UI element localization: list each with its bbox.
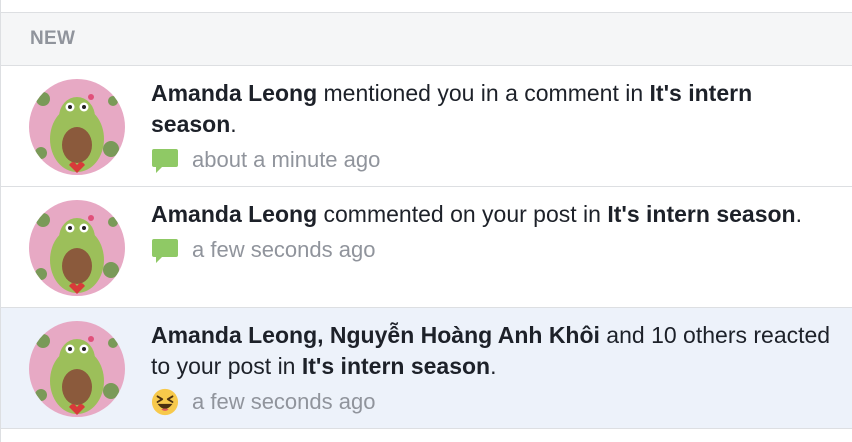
actor-name[interactable]: Amanda Leong: [151, 201, 317, 227]
sentence-end: .: [795, 201, 802, 227]
group-name[interactable]: It's intern season: [607, 201, 795, 227]
notification-text[interactable]: Amanda Leong commented on your post in I…: [151, 199, 831, 230]
section-header: NEW: [1, 13, 852, 66]
avatar[interactable]: [29, 79, 125, 175]
top-divider: [1, 0, 852, 13]
notification-content: Amanda Leong mentioned you in a comment …: [151, 78, 831, 175]
notification-meta: a few seconds ago: [151, 387, 831, 417]
avatar[interactable]: [29, 321, 125, 417]
notification-text[interactable]: Amanda Leong, Nguyễn Hoàng Anh Khôi and …: [151, 320, 831, 382]
action-text: mentioned you in a comment in: [317, 80, 650, 106]
notification-meta: about a minute ago: [151, 145, 831, 175]
notification-item[interactable]: Amanda Leong, Nguyễn Hoàng Anh Khôi and …: [1, 308, 852, 429]
notification-item[interactable]: Amanda Leong commented on your post in I…: [1, 187, 852, 308]
avatar[interactable]: [29, 200, 125, 296]
action-text: commented on your post in: [317, 201, 608, 227]
group-name[interactable]: It's intern season: [302, 353, 490, 379]
actor-name[interactable]: Amanda Leong: [151, 80, 317, 106]
section-title: NEW: [30, 28, 76, 49]
notification-text[interactable]: Amanda Leong mentioned you in a comment …: [151, 78, 831, 140]
sentence-end: .: [230, 111, 237, 137]
actor-name[interactable]: Amanda Leong, Nguyễn Hoàng Anh Khôi: [151, 322, 600, 348]
haha-reaction-icon: [151, 388, 179, 416]
timestamp: about a minute ago: [192, 147, 381, 172]
comment-icon: [151, 236, 179, 264]
notification-meta: a few seconds ago: [151, 235, 831, 265]
timestamp: a few seconds ago: [192, 237, 376, 262]
timestamp: a few seconds ago: [192, 389, 376, 414]
notification-item[interactable]: Amanda Leong mentioned you in a comment …: [1, 66, 852, 187]
bottom-spacer: [1, 429, 852, 439]
notification-content: Amanda Leong commented on your post in I…: [151, 199, 831, 265]
notification-content: Amanda Leong, Nguyễn Hoàng Anh Khôi and …: [151, 320, 831, 417]
comment-icon: [151, 146, 179, 174]
sentence-end: .: [490, 353, 497, 379]
notifications-panel: NEW Amanda Leong mentioned you in a comm…: [0, 0, 852, 442]
